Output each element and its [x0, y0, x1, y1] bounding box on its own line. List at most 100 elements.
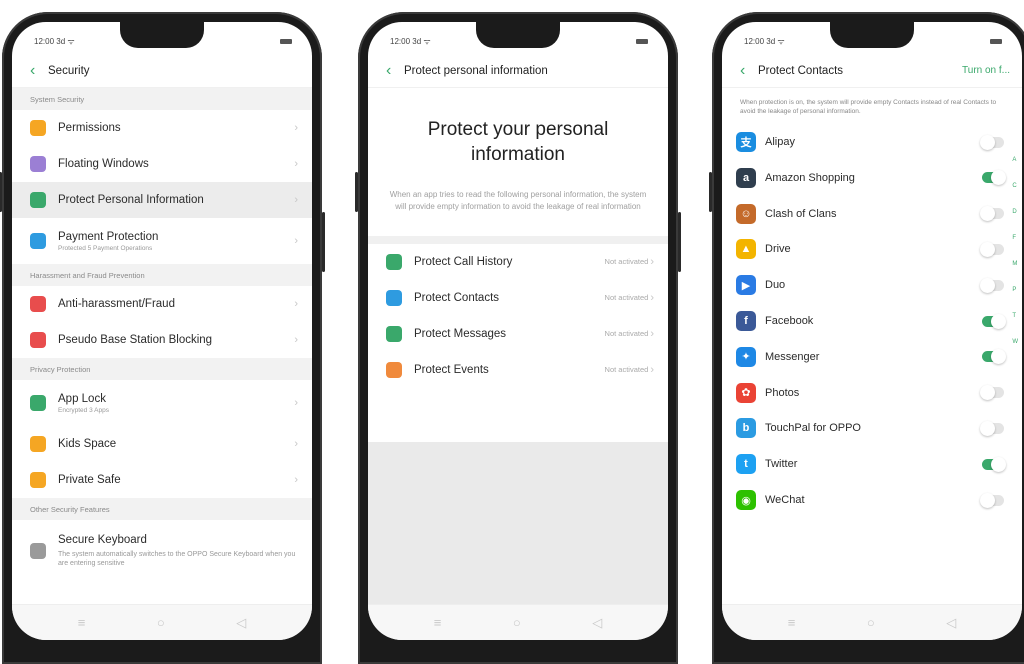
window-icon [30, 156, 46, 172]
back-arrow-icon[interactable]: ‹ [30, 62, 48, 79]
protect-toggle[interactable] [980, 385, 1004, 401]
row-text: Secure Keyboard The system automatically … [58, 534, 298, 569]
chevron-right-icon: › [294, 158, 298, 170]
menu-icon[interactable]: ≡ [788, 615, 796, 630]
row-text: Pseudo Base Station Blocking [58, 334, 294, 346]
phone-security: 12:00 3d ᯤ ‹ Security System Security Per… [0, 12, 325, 664]
section-header: Other Security Features [12, 498, 312, 520]
protect-toggle[interactable] [980, 277, 1004, 293]
wechat-icon: ◉ [736, 490, 756, 511]
home-icon[interactable]: ○ [513, 615, 521, 630]
battery-icon [636, 39, 648, 44]
protect-toggle[interactable] [982, 456, 1006, 472]
back-icon[interactable]: ◁ [236, 615, 246, 631]
row-label: Permissions [58, 122, 121, 134]
page-title: Protect personal information [404, 64, 548, 77]
app-name: Clash of Clans [765, 207, 837, 220]
app-list: 支 Alipay a Amazon Shopping ☺ Clash of Clans ▲ D… [722, 124, 1022, 518]
settings-row[interactable]: Permissions › [12, 110, 312, 146]
settings-row[interactable]: App Lock Encrypted 3 Apps › [12, 380, 312, 426]
home-icon[interactable]: ○ [157, 615, 165, 630]
shield-check-icon [30, 233, 46, 249]
chevron-right-icon: › [650, 291, 654, 304]
settings-row[interactable]: Pseudo Base Station Blocking › [12, 322, 312, 358]
menu-icon[interactable]: ≡ [434, 615, 442, 630]
toggle-knob [980, 420, 995, 436]
row-subtitle: Encrypted 3 Apps [58, 406, 109, 414]
protect-toggle[interactable] [980, 241, 1004, 257]
settings-row[interactable]: Floating Windows › [12, 146, 312, 182]
protect-row[interactable]: Protect Messages Not activated › [368, 316, 668, 352]
settings-row[interactable]: Secure Keyboard The system automatically … [12, 520, 312, 582]
protect-toggle[interactable] [980, 134, 1004, 150]
row-label: Private Safe [58, 474, 121, 486]
side-button [709, 172, 712, 212]
alphabet-index[interactable]: A C D F M P T W [1012, 157, 1018, 345]
protect-toggle[interactable] [982, 313, 1006, 329]
app-name: Messenger [765, 350, 820, 363]
chevron-right-icon: › [650, 327, 654, 340]
notch [120, 22, 204, 48]
nav-bar: ≡ ○ ◁ [722, 604, 1022, 640]
messenger-icon: ✦ [736, 346, 756, 367]
menu-icon[interactable]: ≡ [78, 615, 86, 630]
hero-title: Protect your personal information [427, 119, 609, 165]
status-time: 12:00 3d ᯤ [34, 37, 75, 46]
index-letter[interactable]: M [1012, 261, 1018, 267]
index-letter[interactable]: T [1012, 313, 1018, 319]
section-header: System Security [12, 88, 312, 110]
photos-icon: ✿ [736, 382, 756, 403]
clash-icon: ☺ [736, 203, 756, 224]
app-row: t Twitter [722, 446, 1022, 482]
back-arrow-icon[interactable]: ‹ [740, 62, 758, 79]
protect-row[interactable]: Protect Contacts Not activated › [368, 280, 668, 316]
index-letter[interactable]: W [1012, 339, 1018, 345]
hero: Protect your personal information When a… [368, 88, 668, 244]
row-text: Private Safe [58, 474, 294, 486]
row-label: Payment Protection [58, 230, 159, 243]
turn-on-all-button[interactable]: Turn on f... [962, 65, 1010, 76]
settings-row[interactable]: Protect Personal Information › [12, 182, 312, 218]
index-letter[interactable]: A [1012, 157, 1018, 163]
protect-toggle[interactable] [980, 492, 1004, 508]
lock-icon [30, 192, 46, 208]
kid-icon [30, 436, 46, 452]
padlock-icon [30, 395, 46, 411]
protect-toggle[interactable] [982, 170, 1006, 186]
protect-row[interactable]: Protect Call History Not activated › [368, 244, 668, 280]
settings-row[interactable]: Private Safe › [12, 462, 312, 498]
back-arrow-icon[interactable]: ‹ [386, 62, 404, 79]
section-header: Harassment and Fraud Prevention [12, 264, 312, 286]
settings-row[interactable]: Anti-harassment/Fraud › [12, 286, 312, 322]
settings-row[interactable]: Kids Space › [12, 426, 312, 462]
title-bar: ‹ Protect Contacts Turn on f... [722, 54, 1022, 88]
side-button [355, 172, 358, 212]
screen: 12:00 3d ᯤ ‹ Protect personal informatio… [368, 22, 668, 640]
page-title: Protect Contacts [758, 64, 844, 77]
settings-row[interactable]: Payment Protection Protected 5 Payment Op… [12, 218, 312, 264]
side-button [322, 212, 325, 272]
home-icon[interactable]: ○ [867, 615, 875, 630]
row-label: Floating Windows [58, 158, 149, 170]
person-icon [386, 289, 402, 306]
alipay-icon: 支 [736, 132, 756, 153]
back-icon[interactable]: ◁ [946, 615, 956, 631]
protect-toggle[interactable] [980, 206, 1004, 222]
keyboard-icon [30, 543, 46, 559]
chevron-right-icon: › [294, 474, 298, 486]
status-text: Not activated [604, 329, 649, 339]
protect-toggle[interactable] [980, 420, 1004, 436]
back-icon[interactable]: ◁ [592, 615, 602, 631]
row-text: App Lock Encrypted 3 Apps [58, 393, 294, 414]
index-letter[interactable]: P [1012, 287, 1018, 293]
app-row: ✿ Photos [722, 375, 1022, 411]
protect-row[interactable]: Protect Events Not activated › [368, 352, 668, 388]
nav-bar: ≡ ○ ◁ [12, 604, 312, 640]
row-text: Protect Contacts [414, 292, 605, 304]
protection-note: When protection is on, the system will p… [740, 99, 997, 116]
status-text: Not activated [604, 365, 649, 375]
index-letter[interactable]: F [1012, 235, 1018, 241]
index-letter[interactable]: C [1012, 183, 1018, 189]
index-letter[interactable]: D [1012, 209, 1018, 215]
protect-toggle[interactable] [982, 349, 1006, 365]
